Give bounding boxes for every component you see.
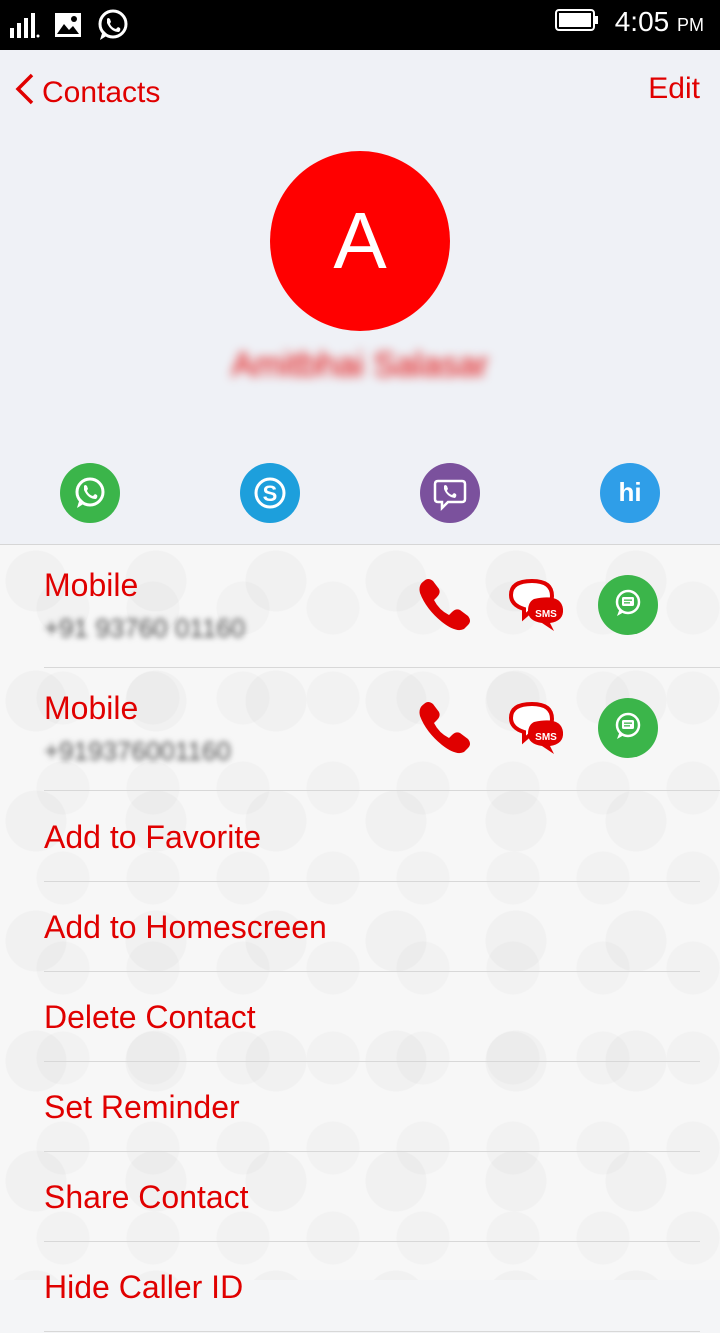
phone-number: +91 93760 01160 xyxy=(44,613,246,643)
call-button[interactable] xyxy=(416,575,474,638)
clock-time: 4:05 xyxy=(614,6,670,37)
phone-icon xyxy=(416,579,474,637)
chevron-left-icon xyxy=(14,72,36,114)
svg-text:SMS: SMS xyxy=(535,609,557,620)
add-to-homescreen-button[interactable]: Add to Homescreen xyxy=(44,881,700,972)
back-button[interactable]: Contacts xyxy=(14,72,160,114)
edit-button[interactable]: Edit xyxy=(648,72,700,106)
share-contact-button[interactable]: Share Contact xyxy=(44,1151,700,1242)
phone-row[interactable]: Mobile +91 93760 01160 SMS xyxy=(44,545,720,668)
clock-ampm: PM xyxy=(677,15,704,35)
battery-icon xyxy=(554,8,599,37)
hike-icon[interactable]: hi xyxy=(600,463,660,523)
call-button[interactable] xyxy=(416,698,474,761)
sms-button[interactable]: SMS xyxy=(506,700,566,763)
hide-caller-id-button[interactable]: Hide Caller ID xyxy=(44,1241,700,1332)
chat-icon xyxy=(612,710,644,747)
avatar: A xyxy=(270,151,450,331)
svg-text:hi: hi xyxy=(618,477,641,507)
gallery-icon xyxy=(54,12,82,43)
contact-name: Amitbhai Salasar xyxy=(231,346,489,384)
back-label: Contacts xyxy=(42,76,161,109)
contact-details: Mobile +91 93760 01160 SMS Mobile +91937… xyxy=(0,545,720,1332)
phone-row[interactable]: Mobile +919376001160 SMS xyxy=(44,668,720,791)
viber-icon[interactable] xyxy=(420,463,480,523)
sms-icon: SMS xyxy=(506,701,566,762)
contact-header: Contacts Edit A Amitbhai Salasar S hi xyxy=(0,50,720,545)
sms-icon: SMS xyxy=(506,578,566,639)
whatsapp-notification-icon xyxy=(96,8,130,47)
set-reminder-button[interactable]: Set Reminder xyxy=(44,1061,700,1152)
whatsapp-chat-button[interactable] xyxy=(598,575,658,635)
phone-label: Mobile xyxy=(44,567,139,603)
signal-icon xyxy=(10,12,40,43)
skype-icon[interactable]: S xyxy=(240,463,300,523)
whatsapp-chat-button[interactable] xyxy=(598,698,658,758)
clock: 4:05 PM xyxy=(615,6,704,38)
svg-text:SMS: SMS xyxy=(535,732,557,743)
phone-number: +919376001160 xyxy=(44,736,231,766)
chat-icon xyxy=(612,587,644,624)
app-shortcuts: S hi xyxy=(0,463,720,525)
delete-contact-button[interactable]: Delete Contact xyxy=(44,971,700,1062)
svg-text:S: S xyxy=(263,481,278,506)
status-bar: 4:05 PM xyxy=(0,0,720,50)
add-to-favorite-button[interactable]: Add to Favorite xyxy=(44,791,700,882)
phone-label: Mobile xyxy=(44,690,139,726)
phone-icon xyxy=(416,702,474,760)
sms-button[interactable]: SMS xyxy=(506,577,566,640)
whatsapp-icon[interactable] xyxy=(60,463,120,523)
